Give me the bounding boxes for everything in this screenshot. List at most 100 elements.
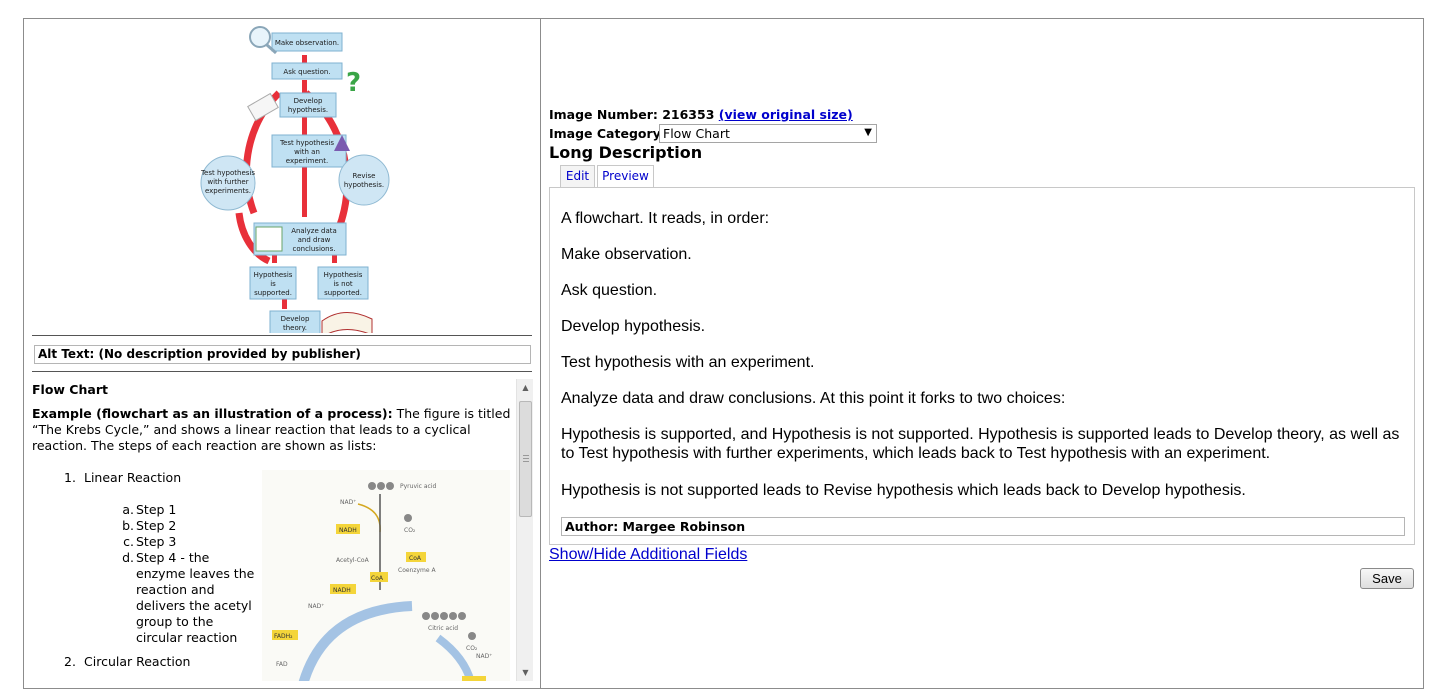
description-paragraph: Analyze data and draw conclusions. At th… xyxy=(561,390,1066,407)
analyze-label-1: Analyze data xyxy=(291,227,337,235)
test-further-label-1: Test hypothesis xyxy=(200,169,255,177)
sub-item-mark: b. xyxy=(122,518,134,533)
show-hide-fields-link[interactable]: Show/Hide Additional Fields xyxy=(549,546,747,564)
author-field[interactable]: Author: Margee Robinson xyxy=(561,517,1405,536)
list-item-linear: Linear Reaction xyxy=(84,470,182,485)
alt-text-field[interactable]: Alt Text: (No description provided by pu… xyxy=(34,345,531,364)
supported-label-2: is xyxy=(270,280,276,288)
list-item-circular: Circular Reaction xyxy=(84,654,191,669)
tab-preview[interactable]: Preview xyxy=(597,165,654,188)
sub-item-text: Step 2 xyxy=(136,518,177,533)
krebs-cycle-diagram: Pyruvic acid NAD⁺ NADH CO₂ Acetyl-CoA Co… xyxy=(272,482,492,681)
develop-theory-label-1: Develop xyxy=(281,315,310,323)
description-preview: A flowchart. It reads, in order: Make ob… xyxy=(549,187,1415,545)
description-paragraph: Develop hypothesis. xyxy=(561,318,706,335)
sub-item: d. Step 4 - the enzyme leaves the reactio… xyxy=(102,550,262,646)
scientific-method-flowchart: Make observation. Ask question. Develop … xyxy=(200,26,390,333)
test-further-label-3: experiments. xyxy=(205,187,251,195)
description-paragraph: Ask question. xyxy=(561,282,658,299)
krebs-label: CO₂ xyxy=(404,527,416,534)
divider xyxy=(32,335,532,336)
flow-arrow xyxy=(282,299,287,309)
krebs-label: NADH xyxy=(333,587,351,594)
description-paragraph: Hypothesis is supported, and Hypothesis … xyxy=(561,426,1400,462)
krebs-label: NADH xyxy=(339,527,357,534)
krebs-cycle-figure: Pyruvic acid NAD⁺ NADH CO₂ Acetyl-CoA Co… xyxy=(262,470,510,681)
right-pane: Image Number: 216353 (view original size… xyxy=(541,19,1423,688)
book-icon xyxy=(321,312,373,333)
left-pane: Make observation. Ask question. Develop … xyxy=(24,19,541,688)
test-further-label-2: with further xyxy=(207,178,248,186)
long-description-title: Long Description xyxy=(549,143,703,162)
krebs-list: 1. Linear Reaction a. Step 1 b. Step 2 c. S… xyxy=(32,470,512,681)
scroll-thumb[interactable] xyxy=(519,401,532,517)
flowchart-figure: Make observation. Ask question. Develop … xyxy=(24,19,541,335)
sub-item: a. Step 1 xyxy=(102,502,262,518)
krebs-label: CO₂ xyxy=(466,645,478,652)
krebs-label: CoA xyxy=(409,555,422,562)
description-paragraph: Hypothesis is not supported leads to Rev… xyxy=(561,482,1246,499)
develop-theory-label-2: theory. xyxy=(283,324,307,332)
krebs-label: Coenzyme A xyxy=(398,567,436,574)
develop-hypothesis-label-2: hypothesis. xyxy=(288,106,328,114)
grip-icon xyxy=(523,455,529,462)
question-mark-icon: ? xyxy=(346,68,361,98)
guide-heading: Flow Chart xyxy=(32,382,108,397)
dropdown-arrow-icon: ▼ xyxy=(864,127,872,138)
vertical-scrollbar[interactable]: ▲ ▼ xyxy=(516,379,533,681)
sub-item: b. Step 2 xyxy=(102,518,262,534)
test-experiment-label-2: with an xyxy=(294,148,320,156)
flow-arrow xyxy=(302,80,307,93)
description-paragraph: Make observation. xyxy=(561,246,692,263)
guide-example: Example (flowchart as an illustration of… xyxy=(32,406,512,454)
test-experiment-label-1: Test hypothesis xyxy=(279,139,334,147)
krebs-label: Pyruvic acid xyxy=(400,483,437,490)
scroll-down-icon[interactable]: ▼ xyxy=(517,664,533,681)
revise-label-1: Revise xyxy=(353,172,376,180)
revise-circle xyxy=(338,154,390,206)
ask-question-label: Ask question. xyxy=(283,68,330,76)
editor-frame: Make observation. Ask question. Develop … xyxy=(23,18,1424,689)
krebs-label: NAD⁺ xyxy=(308,603,324,610)
krebs-label: CoA xyxy=(371,575,384,582)
make-observation-label: Make observation. xyxy=(275,39,339,47)
category-select[interactable]: Flow Chart ▼ xyxy=(659,124,877,143)
example-label: Example (flowchart as an illustration of… xyxy=(32,406,393,421)
krebs-label: FADH₂ xyxy=(274,633,293,640)
image-number-label: Image Number: 216353 xyxy=(549,107,715,122)
sub-item-mark: c. xyxy=(123,534,134,549)
sub-item-text: Step 4 - the enzyme leaves the reaction … xyxy=(136,550,255,645)
krebs-label: Acetyl-CoA xyxy=(336,557,370,564)
description-paragraph: Test hypothesis with an experiment. xyxy=(561,354,815,371)
krebs-label: NAD⁺ xyxy=(476,653,492,660)
image-category-label: Image Category: xyxy=(549,126,666,141)
krebs-label: NAD⁺ xyxy=(340,499,356,506)
not-supported-label-2: is not xyxy=(333,280,353,288)
develop-hypothesis-label-1: Develop xyxy=(294,97,323,105)
guidelines-content: Flow Chart Example (flowchart as an illu… xyxy=(32,379,512,681)
sub-list: a. Step 1 b. Step 2 c. Step 3 d. Step 4 - th… xyxy=(102,502,262,646)
analyze-label-2: and draw xyxy=(298,236,331,244)
magnifier-icon xyxy=(249,26,271,48)
not-supported-label-1: Hypothesis xyxy=(324,271,363,279)
tab-edit[interactable]: Edit xyxy=(560,165,595,187)
krebs-label: FAD xyxy=(276,661,288,668)
guidelines-panel[interactable]: Flow Chart Example (flowchart as an illu… xyxy=(32,379,533,681)
sub-item: c. Step 3 xyxy=(102,534,262,550)
sub-item-mark: a. xyxy=(122,502,134,517)
list-item-number: 2. xyxy=(64,654,76,669)
image-number: Image Number: 216353 (view original size… xyxy=(549,107,853,122)
sub-item-mark: d. xyxy=(122,550,134,565)
not-supported-label-3: supported. xyxy=(324,289,362,297)
save-button[interactable]: Save xyxy=(1360,568,1414,589)
category-value: Flow Chart xyxy=(663,126,730,141)
graph-paper-icon xyxy=(255,226,283,252)
scroll-up-icon[interactable]: ▲ xyxy=(517,379,533,396)
view-original-link[interactable]: (view original size) xyxy=(719,107,853,122)
sub-item-text: Step 3 xyxy=(136,534,177,549)
list-item-number: 1. xyxy=(64,470,76,485)
revise-label-2: hypothesis. xyxy=(344,181,384,189)
divider xyxy=(32,371,532,372)
description-paragraph: A flowchart. It reads, in order: xyxy=(561,210,770,227)
analyze-label-3: conclusions. xyxy=(293,245,336,253)
